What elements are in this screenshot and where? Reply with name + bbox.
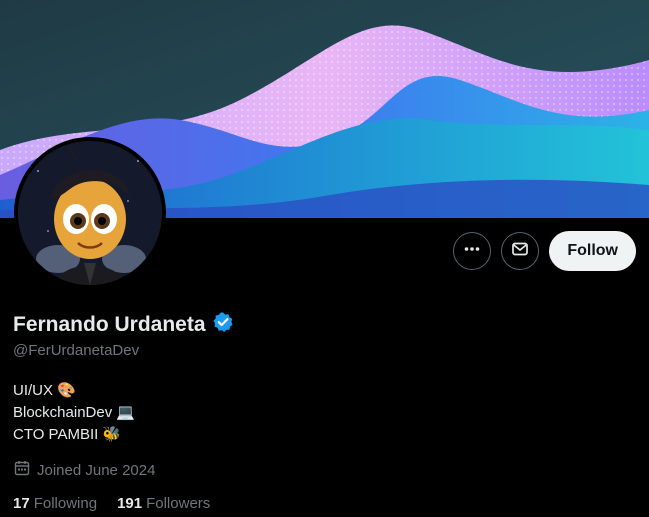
name-row: Fernando Urdaneta bbox=[13, 311, 234, 338]
more-button[interactable] bbox=[453, 232, 492, 270]
bio-line: BlockchainDev 💻 bbox=[13, 402, 135, 424]
following-count: 17 bbox=[13, 495, 30, 512]
following-link[interactable]: 17 Following bbox=[13, 495, 97, 512]
bio-line: CTO PAMBII 🐝 bbox=[13, 424, 135, 446]
calendar-icon bbox=[13, 459, 31, 481]
palette-emoji-icon: 🎨 bbox=[57, 382, 76, 399]
follow-stats: 17 Following 191 Followers bbox=[13, 495, 210, 512]
joined-text: Joined June 2024 bbox=[37, 461, 156, 479]
following-label: Following bbox=[33, 495, 98, 512]
followers-count: 191 bbox=[117, 495, 143, 512]
envelope-icon bbox=[511, 240, 529, 263]
message-button[interactable] bbox=[501, 232, 540, 270]
joined-date: Joined June 2024 bbox=[13, 459, 155, 481]
bio-text: CTO PAMBII bbox=[13, 426, 99, 443]
bio: UI/UX 🎨 BlockchainDev 💻 CTO PAMBII 🐝 bbox=[13, 380, 135, 446]
avatar[interactable] bbox=[14, 137, 166, 289]
bio-text: UI/UX bbox=[13, 382, 54, 399]
display-name: Fernando Urdaneta bbox=[13, 312, 206, 336]
computer-emoji-icon: 💻 bbox=[116, 404, 135, 421]
handle: @FerUrdanetaDev bbox=[13, 342, 140, 359]
follow-button[interactable]: Follow bbox=[549, 231, 636, 271]
more-horizontal-icon bbox=[463, 240, 481, 263]
bio-line: UI/UX 🎨 bbox=[13, 380, 135, 402]
followers-link[interactable]: 191 Followers bbox=[117, 495, 210, 512]
bee-emoji-icon: 🐝 bbox=[102, 426, 121, 443]
verified-badge-icon[interactable] bbox=[212, 311, 234, 338]
bio-text: BlockchainDev bbox=[13, 404, 113, 421]
profile-actions: Follow bbox=[453, 231, 636, 271]
followers-label: Followers bbox=[146, 495, 211, 512]
